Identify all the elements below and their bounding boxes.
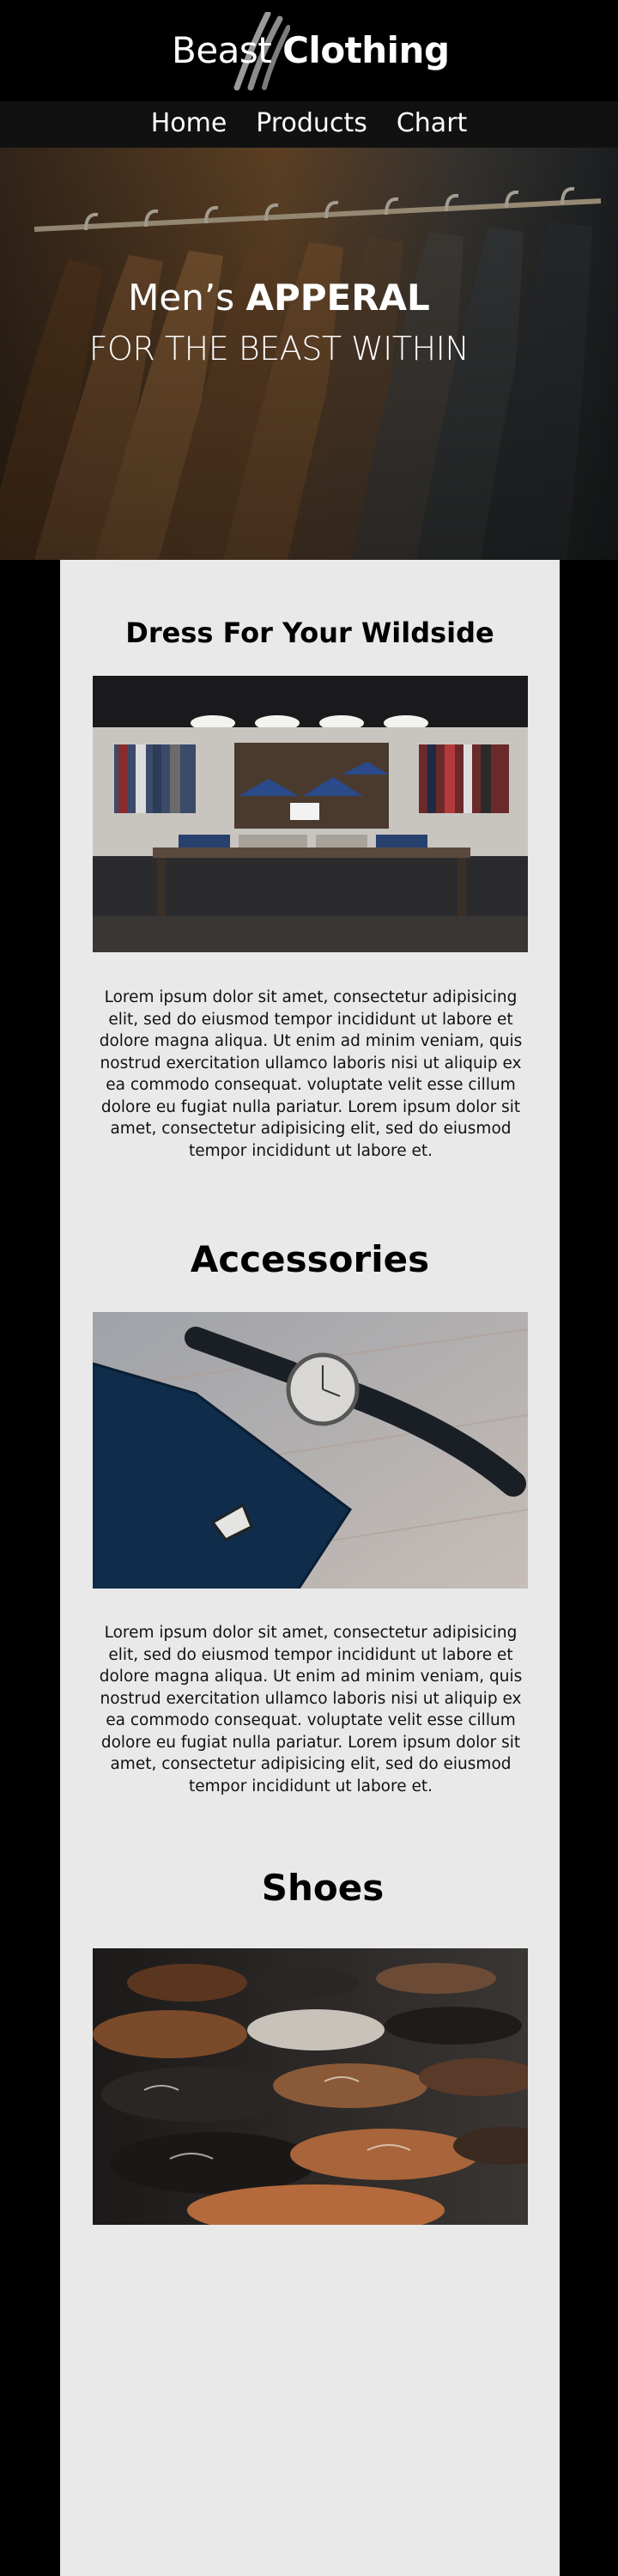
section-text-wildside: Lorem ipsum dolor sit amet, consectetur … (99, 988, 523, 1160)
section-title-shoes: Shoes (261, 1867, 385, 1909)
nav-item-chart[interactable]: Chart (382, 103, 482, 144)
tie-and-watch-photo (93, 1312, 528, 1589)
brand-logo[interactable]: Beast Clothing (172, 12, 450, 91)
nav-item-home[interactable]: Home (136, 103, 242, 144)
nav-item-products[interactable]: Products (241, 103, 382, 144)
hero-title-bold: APPERAL (245, 276, 430, 319)
shoes-rack-photo (93, 1948, 528, 2225)
hero-banner: Men’s APPERAL FOR THE BEAST WITHIN (0, 148, 618, 560)
section-title-accessories: Accessories (190, 1238, 430, 1280)
clothing-store-photo (93, 676, 528, 952)
content-card: Dress For Your Wildside Lorem ipsum dolo… (60, 560, 560, 2576)
tie-and-watch-image (93, 1312, 528, 1589)
section-text-accessories: Lorem ipsum dolor sit amet, consectetur … (99, 1624, 523, 1795)
hero-title-light: Men’s (128, 276, 246, 319)
section-title-wildside: Dress For Your Wildside (125, 617, 494, 649)
main-nav: Home Products Chart (0, 103, 618, 144)
hero-title: Men’s APPERAL (0, 276, 558, 319)
brand-name-light: Beast (172, 29, 283, 71)
clothing-store-image (93, 676, 528, 952)
brand-name: Beast Clothing (172, 29, 450, 71)
site-header: Beast Clothing Home Products Chart (0, 0, 618, 148)
shoes-rack-image (93, 1948, 528, 2225)
hero-subtitle: FOR THE BEAST WITHIN (88, 330, 470, 368)
brand-name-bold: Clothing (282, 29, 450, 71)
